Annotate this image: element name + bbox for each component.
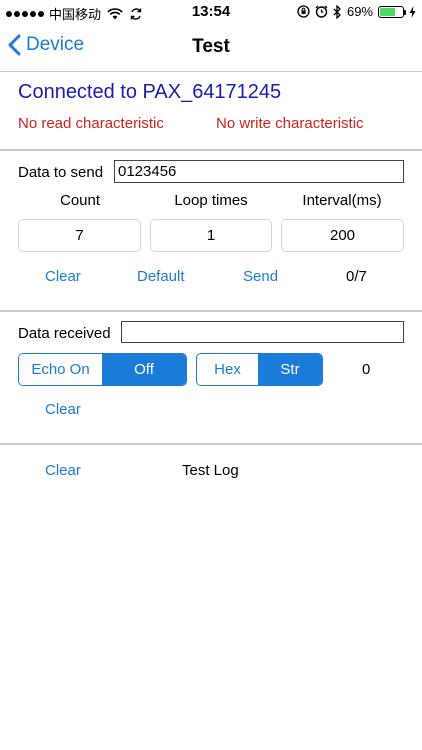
echo-toggle[interactable]: Echo On Off (18, 353, 187, 386)
default-button[interactable]: Default (137, 268, 185, 285)
data-to-send-label: Data to send (18, 164, 104, 181)
read-characteristic-status: No read characteristic (18, 115, 164, 132)
interval-header: Interval(ms) (302, 192, 382, 209)
write-characteristic-status: No write characteristic (216, 115, 364, 132)
echo-off-option[interactable]: Off (102, 354, 186, 385)
data-to-send-input[interactable] (114, 160, 404, 183)
status-bar: 中国移动 13:54 69% (0, 0, 422, 24)
alarm-icon (315, 5, 328, 18)
test-log-title: Test Log (182, 462, 239, 479)
battery-icon (378, 5, 406, 18)
navigation-bar: Device Test (0, 24, 422, 72)
interval-input[interactable]: 200 (281, 219, 404, 252)
format-toggle[interactable]: Hex Str (196, 353, 323, 386)
hex-option[interactable]: Hex (197, 354, 259, 385)
status-icons: 69% (297, 4, 416, 19)
send-button[interactable]: Send (243, 268, 278, 285)
received-count: 0 (362, 361, 371, 378)
section-divider (0, 310, 422, 312)
charging-icon (409, 5, 416, 18)
count-header: Count (59, 192, 101, 209)
section-divider (0, 149, 422, 151)
page-title: Test (192, 36, 230, 57)
data-received-label: Data received (18, 325, 111, 342)
log-clear-button[interactable]: Clear (45, 462, 81, 479)
loop-times-input[interactable]: 1 (150, 219, 272, 252)
loop-times-header: Loop times (174, 192, 248, 209)
battery-percent: 69% (346, 4, 373, 19)
receive-clear-button[interactable]: Clear (45, 401, 81, 418)
send-clear-button[interactable]: Clear (45, 268, 81, 285)
orientation-lock-icon (297, 5, 310, 18)
count-input[interactable]: 7 (18, 219, 141, 252)
str-option[interactable]: Str (258, 354, 322, 385)
echo-on-option[interactable]: Echo On (19, 354, 102, 385)
section-divider (0, 443, 422, 445)
send-progress: 0/7 (346, 268, 367, 285)
connection-status: Connected to PAX_64171245 (18, 81, 282, 103)
bluetooth-icon (333, 4, 341, 19)
data-received-field[interactable] (121, 321, 404, 343)
